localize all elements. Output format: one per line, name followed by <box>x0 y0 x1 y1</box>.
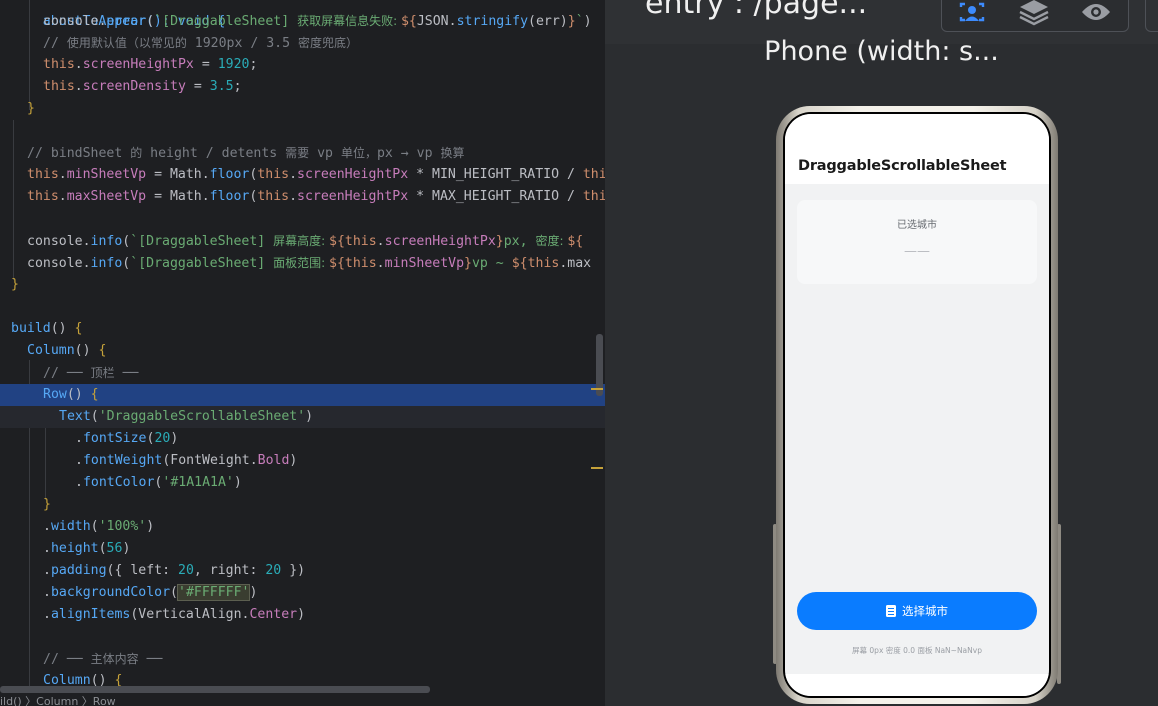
code-line-16-current[interactable]: Row() { <box>0 384 605 406</box>
horizontal-scrollbar[interactable] <box>0 686 430 693</box>
code-error-log: console.error(`[DraggableSheet] 获取屏幕信息失败… <box>43 14 592 29</box>
previewer-tool-group <box>941 0 1129 32</box>
visibility-button[interactable] <box>1066 0 1126 31</box>
code-line-3[interactable]: // 使用默认值（以常见的 1920px / 3.5 密度兜底） <box>0 32 605 54</box>
bottom-bar <box>785 674 1049 696</box>
code-editor[interactable]: aboutToAppear(): void { console.error(`[… <box>0 0 605 706</box>
select-city-button-label: 选择城市 <box>902 604 948 618</box>
code-info-log-2: console.info(`[DraggableSheet] 面板范围: ${t… <box>27 256 592 271</box>
code-line-23[interactable]: .height(56) <box>0 538 605 560</box>
code-column: Column() { <box>27 343 107 358</box>
code-line-18[interactable]: .fontSize(20) <box>0 428 605 450</box>
code-font-weight: .fontWeight(FontWeight.Bold) <box>75 453 298 468</box>
code-height: .height(56) <box>43 541 131 556</box>
code-padding: .padding({ left: 20, right: 20 }) <box>43 563 306 578</box>
code-line-6[interactable]: } <box>0 98 605 120</box>
code-line-12[interactable]: } <box>0 274 605 296</box>
code-line-7[interactable]: // bindSheet 的 height / detents 需要 vp 单位… <box>0 142 605 164</box>
breadcrumb[interactable]: ild() 〉Column 〉Row <box>0 696 605 706</box>
code-font-color: .fontColor('#1A1A1A') <box>75 475 242 490</box>
code-max-sheet: this.maxSheetVp = Math.floor(this.screen… <box>27 189 605 204</box>
select-city-button[interactable]: 选择城市 <box>797 592 1037 630</box>
previewer-panel: entry : /page... Phone (width: s... Drag… <box>605 0 1158 706</box>
code-comment: // bindSheet 的 height / detents 需要 vp 单位… <box>27 146 465 161</box>
code-min-sheet: this.minSheetVp = Math.floor(this.screen… <box>27 167 605 182</box>
code-line-15[interactable]: // ── 顶栏 ── <box>0 362 605 384</box>
code-line-21[interactable]: } <box>0 494 605 516</box>
code-comment: // ── 主体内容 ── <box>43 652 163 667</box>
code-brace: } <box>27 101 35 116</box>
code-line-26[interactable]: .alignItems(VerticalAlign.Center) <box>0 604 605 626</box>
phone-frame: DraggableScrollableSheet 已选城市 —— 选择城市 屏幕… <box>776 106 1058 704</box>
app-title: DraggableScrollableSheet <box>798 158 1007 174</box>
code-line-5[interactable]: this.screenDensity = 3.5; <box>0 76 605 98</box>
clipboard-icon <box>886 605 896 617</box>
previewer-tool-group-2[interactable] <box>1145 0 1158 32</box>
code-build: build() { <box>11 321 83 336</box>
app-root: DraggableScrollableSheet 已选城市 —— 选择城市 屏幕… <box>785 114 1049 696</box>
code-line-9[interactable]: this.maxSheetVp = Math.floor(this.screen… <box>0 186 605 208</box>
code-line-8[interactable]: this.minSheetVp = Math.floor(this.screen… <box>0 164 605 186</box>
layers-button[interactable] <box>1004 0 1064 31</box>
code-background-color: .backgroundColor('#FFFFFF') <box>43 584 258 601</box>
code-line-4[interactable]: this.screenHeightPx = 1920; <box>0 54 605 76</box>
code-line-24[interactable]: .padding({ left: 20, right: 20 }) <box>0 560 605 582</box>
code-line-25[interactable]: .backgroundColor('#FFFFFF') <box>0 582 605 604</box>
vertical-scrollbar[interactable] <box>596 334 603 396</box>
code-align-items: .alignItems(VerticalAlign.Center) <box>43 607 306 622</box>
code-line-20[interactable]: .fontColor('#1A1A1A') <box>0 472 605 494</box>
code-line-10[interactable]: console.info(`[DraggableSheet] 屏幕高度: ${t… <box>0 230 605 252</box>
code-line-14[interactable]: Column() { <box>0 340 605 362</box>
device-label: Phone (width: s... <box>764 36 999 67</box>
code-line-19[interactable]: .fontWeight(FontWeight.Bold) <box>0 450 605 472</box>
code-assign-density: this.screenDensity = 3.5; <box>43 79 242 94</box>
code-comment: // 使用默认值（以常见的 1920px / 3.5 密度兜底） <box>43 36 359 51</box>
selected-city-label: 已选城市 <box>897 220 937 231</box>
code-comment: // ── 顶栏 ── <box>43 366 139 381</box>
phone-screen: DraggableScrollableSheet 已选城市 —— 选择城市 屏幕… <box>783 112 1051 698</box>
code-brace: } <box>11 277 19 292</box>
app-header: DraggableScrollableSheet <box>785 114 1049 184</box>
code-brace: } <box>43 497 51 512</box>
code-info-log-1: console.info(`[DraggableSheet] 屏幕高度: ${t… <box>27 234 584 249</box>
code-width: .width('100%') <box>43 519 155 534</box>
selected-city-value: —— <box>904 244 930 259</box>
code-font-size: .fontSize(20) <box>75 431 179 446</box>
screen-info-text: 屏幕 0px 密度 0.0 面板 NaN~NaNvp <box>852 646 982 655</box>
inspector-icon <box>959 2 985 22</box>
code-line-11[interactable]: console.info(`[DraggableSheet] 面板范围: ${t… <box>0 252 605 274</box>
code-line-13[interactable]: build() { <box>0 318 605 340</box>
layers-icon <box>1019 0 1049 26</box>
code-text-call: Text('DraggableScrollableSheet') <box>59 409 314 424</box>
code-assign-height: this.screenHeightPx = 1920; <box>43 57 258 72</box>
warning-marker[interactable] <box>591 388 603 390</box>
entry-title: entry : /page... <box>645 0 868 21</box>
warning-marker[interactable] <box>591 467 603 469</box>
eye-icon <box>1082 4 1110 20</box>
code-line-22[interactable]: .width('100%') <box>0 516 605 538</box>
code-row: Row() { <box>43 387 99 402</box>
code-line-27[interactable]: // ── 主体内容 ── <box>0 648 605 670</box>
code-line-17[interactable]: Text('DraggableScrollableSheet') <box>0 406 605 428</box>
code-line-2[interactable]: console.error(`[DraggableSheet] 获取屏幕信息失败… <box>0 10 605 32</box>
selected-city-card: 已选城市 —— <box>797 200 1037 284</box>
inspector-button[interactable] <box>942 0 1002 31</box>
